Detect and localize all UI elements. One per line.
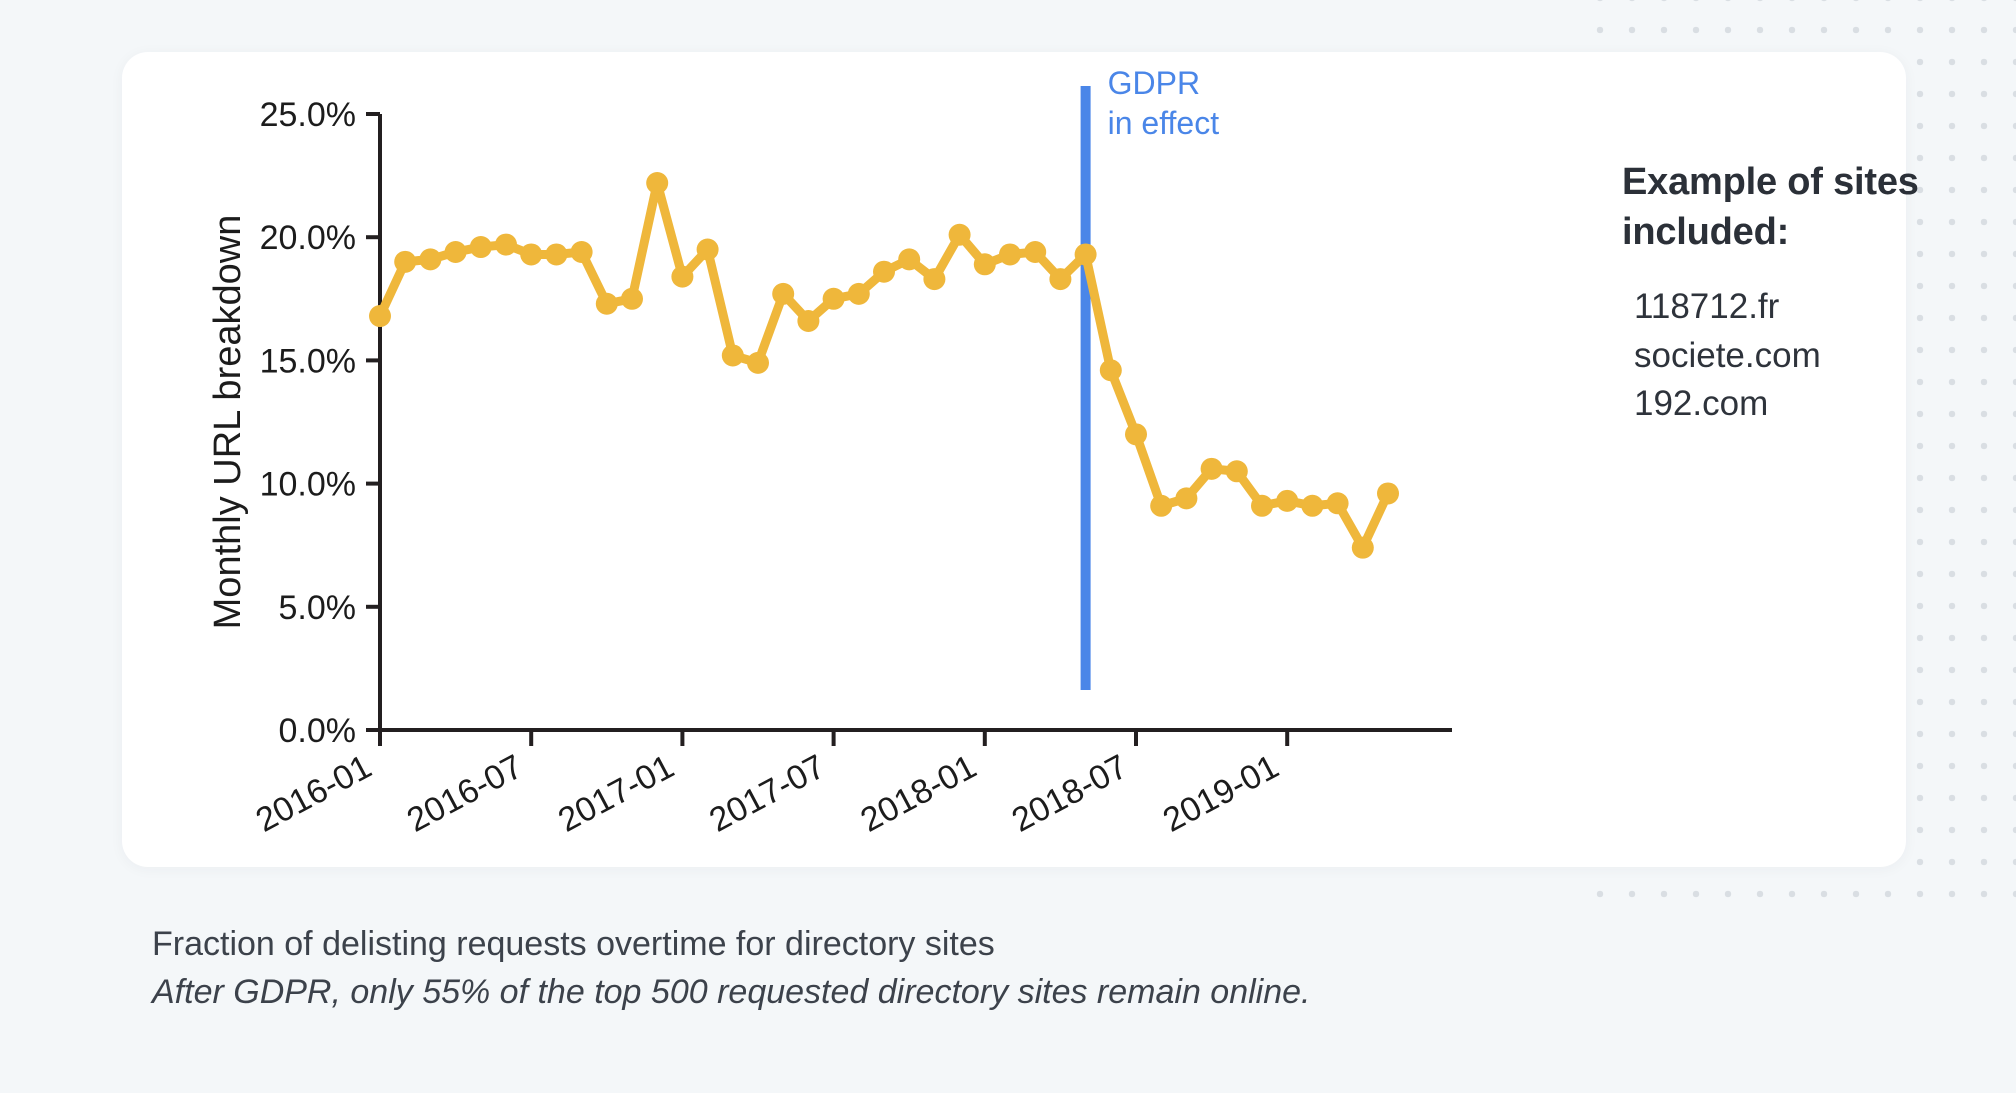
data-point bbox=[721, 344, 744, 367]
data-point bbox=[772, 282, 795, 305]
data-point bbox=[595, 292, 618, 315]
data-point bbox=[545, 243, 568, 266]
data-point bbox=[1351, 536, 1374, 559]
site-list: 118712.fr societe.com 192.com bbox=[1622, 283, 2016, 428]
chart-svg: 0.0% 5.0% 10.0% 15.0% 20.0% 25.0% 2016-01 2016… bbox=[207, 65, 1452, 840]
x-tick-label: 2017-01 bbox=[552, 748, 680, 840]
data-point bbox=[419, 248, 442, 271]
data-point bbox=[923, 268, 946, 291]
x-tick-label: 2016-07 bbox=[401, 748, 529, 840]
data-point bbox=[520, 243, 543, 266]
page-root: 0.0% 5.0% 10.0% 15.0% 20.0% 25.0% 2016-01 2016… bbox=[0, 0, 2016, 1093]
data-point bbox=[469, 236, 492, 259]
series-markers bbox=[369, 171, 1399, 559]
y-tick-label: 15.0% bbox=[260, 342, 356, 380]
data-point bbox=[495, 233, 517, 256]
x-tick-label: 2017-07 bbox=[703, 748, 831, 840]
y-tick-label: 20.0% bbox=[260, 219, 356, 257]
data-point bbox=[847, 282, 870, 305]
gdpr-label-line-2: in effect bbox=[1108, 105, 1220, 141]
side-panel-title: Example of sites included: bbox=[1622, 161, 1919, 254]
data-point bbox=[1377, 482, 1399, 505]
site-list-item: societe.com bbox=[1634, 335, 1821, 375]
data-point bbox=[1049, 268, 1072, 291]
data-point bbox=[1251, 494, 1273, 517]
caption-line-2: After GDPR, only 55% of the top 500 requ… bbox=[152, 973, 1311, 1012]
data-point bbox=[394, 250, 417, 273]
data-point bbox=[570, 240, 593, 263]
data-point bbox=[1276, 489, 1299, 512]
x-tick-label: 2019-01 bbox=[1157, 748, 1285, 840]
y-tick-label: 25.0% bbox=[260, 96, 356, 134]
y-tick-label: 5.0% bbox=[279, 589, 357, 627]
data-point bbox=[696, 238, 719, 261]
data-point bbox=[646, 171, 669, 194]
x-axis-ticks: 2016-01 2016-07 2017-01 2017-07 2018-01 2018-… bbox=[250, 730, 1290, 840]
series-line bbox=[375, 178, 1393, 553]
y-axis-title-text: Monthly URL breakdown bbox=[207, 215, 249, 630]
x-tick-label: 2018-07 bbox=[1006, 748, 1134, 840]
data-point bbox=[873, 260, 895, 283]
data-point bbox=[671, 265, 694, 288]
chart-card: 0.0% 5.0% 10.0% 15.0% 20.0% 25.0% 2016-01 2016… bbox=[122, 52, 1919, 867]
data-point bbox=[898, 248, 921, 271]
data-point bbox=[973, 253, 996, 276]
x-tick-label: 2018-01 bbox=[855, 748, 983, 840]
data-point bbox=[999, 243, 1021, 266]
caption-line-1: Fraction of delisting requests overtime … bbox=[152, 925, 995, 963]
x-tick-label: 2016-01 bbox=[250, 748, 378, 840]
data-point bbox=[1175, 487, 1198, 510]
y-tick-label: 0.0% bbox=[279, 712, 357, 750]
data-point bbox=[1024, 240, 1047, 263]
site-list-item: 118712.fr bbox=[1634, 287, 1780, 327]
data-point bbox=[1150, 494, 1173, 517]
y-axis-ticks: 0.0% 5.0% 10.0% 15.0% 20.0% 25.0% bbox=[260, 96, 380, 750]
data-point bbox=[369, 305, 391, 328]
data-point bbox=[822, 287, 845, 310]
y-tick-label: 10.0% bbox=[260, 466, 356, 504]
site-list-item: 192.com bbox=[1634, 383, 1769, 423]
data-point bbox=[1200, 457, 1223, 480]
side-panel: Example of sites included: 118712.fr soci… bbox=[1622, 157, 2016, 428]
data-point bbox=[1074, 243, 1097, 266]
axis-spines bbox=[378, 114, 1452, 732]
data-point bbox=[1225, 460, 1248, 483]
data-point bbox=[747, 351, 769, 374]
data-point bbox=[1125, 423, 1147, 446]
y-axis-title: Monthly URL breakdown bbox=[207, 215, 249, 630]
figure-caption: Fraction of delisting requests overtime … bbox=[152, 920, 1902, 1017]
data-point bbox=[444, 240, 467, 263]
data-point bbox=[1301, 494, 1324, 517]
data-point bbox=[797, 309, 820, 332]
data-point bbox=[1326, 492, 1349, 515]
gdpr-label-line-1: GDPR bbox=[1108, 65, 1200, 101]
line-chart: 0.0% 5.0% 10.0% 15.0% 20.0% 25.0% 2016-01 2016… bbox=[122, 52, 1582, 867]
data-point bbox=[621, 287, 643, 310]
data-point bbox=[948, 223, 971, 246]
data-point bbox=[1099, 359, 1122, 382]
